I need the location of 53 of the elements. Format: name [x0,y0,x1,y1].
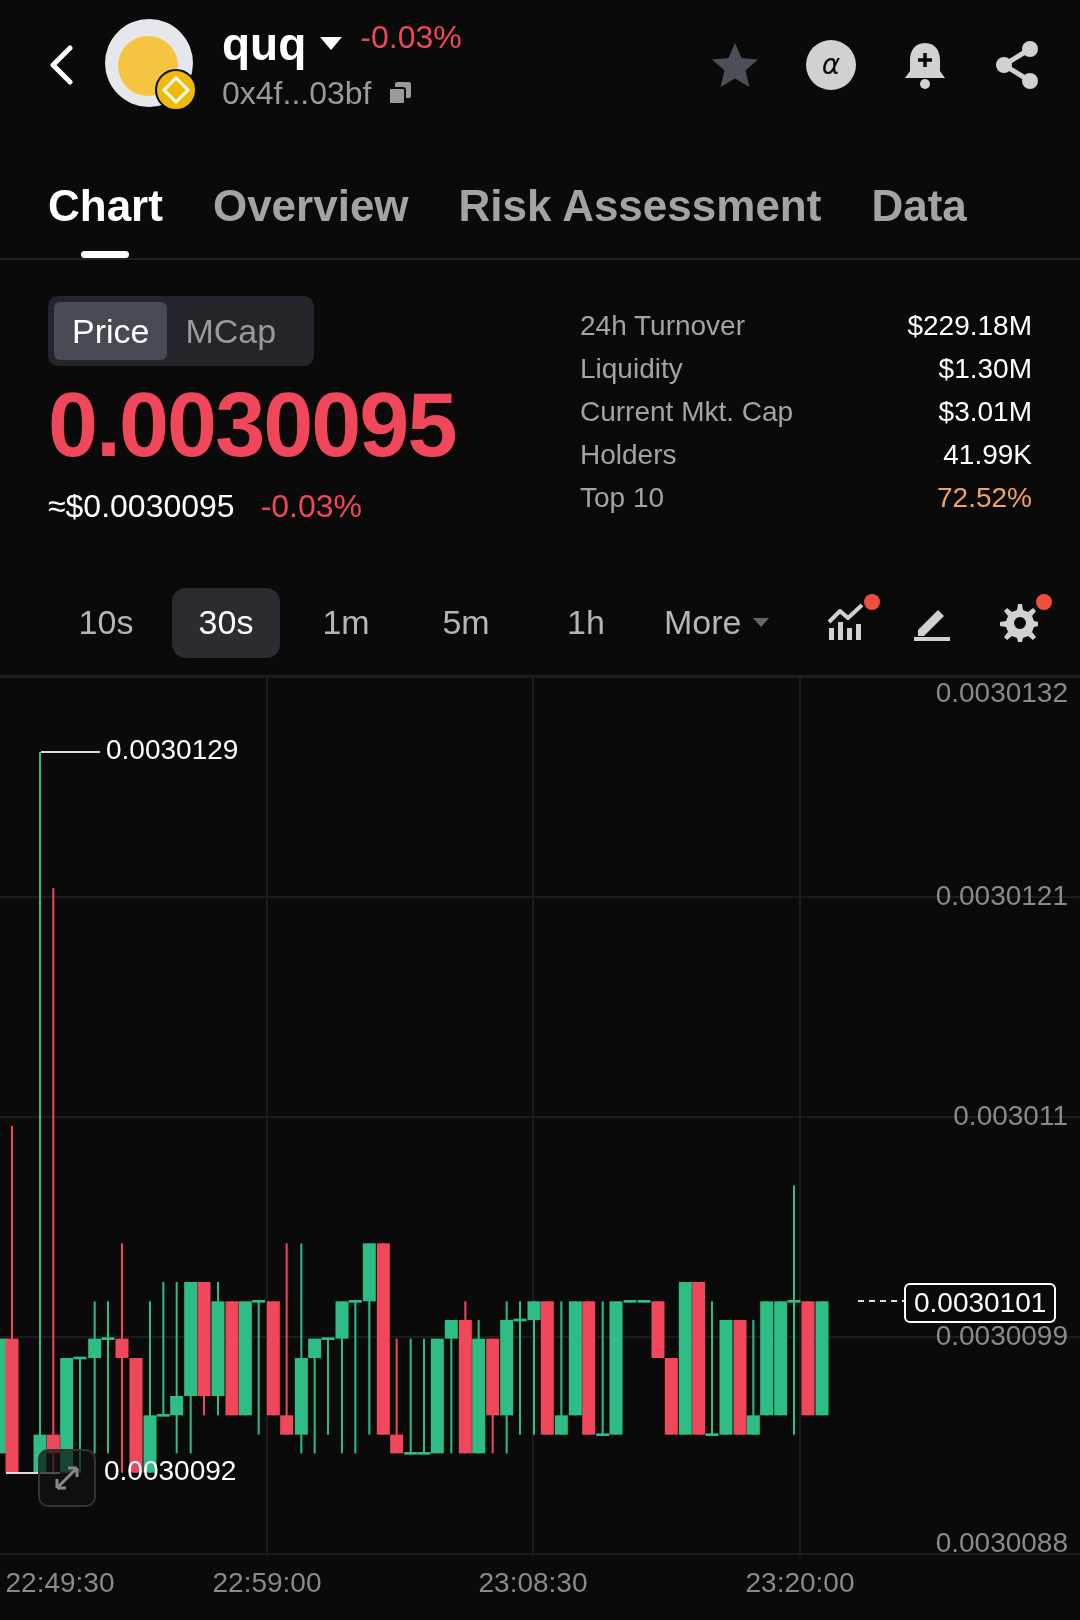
interval-tab[interactable]: 1h [532,587,640,658]
star-icon[interactable] [710,41,760,89]
last-price-tag: 0.0030101 [904,1283,1057,1323]
axis-label: 0.003011 [953,1102,1068,1130]
axis-label: 22:59:00 [212,1569,322,1597]
interval-tab[interactable]: 30s [172,587,280,658]
copy-icon[interactable] [387,80,414,106]
axis-label: 0.0030099 [935,1322,1068,1350]
tab[interactable]: Overview [212,184,409,258]
stat-label: Current Mkt. Cap [580,397,794,426]
stat-label: Liquidity [580,354,683,383]
leader-line [40,751,101,753]
toggle-option[interactable]: MCap [167,302,295,360]
axis-label: 0.0030121 [935,882,1068,910]
stat-value: $3.01M [938,397,1032,426]
axis-label: 23:08:30 [478,1569,588,1597]
stat-label: Holders [580,440,677,469]
usd-price: ≈$0.0030095 [48,490,235,522]
interval-tab[interactable]: 5m [412,587,520,658]
interval-tab[interactable]: 1m [292,587,400,658]
stat-label: 24h Turnover [580,311,745,340]
axis-label: 23:20:00 [745,1569,855,1597]
price-change: -0.03% [260,490,362,522]
bell-plus-icon[interactable] [902,40,948,90]
dropdown-icon[interactable] [320,37,343,51]
toggle-option[interactable]: Price [54,302,168,360]
current-price: 0.0030095 [48,380,456,470]
fullscreen-button[interactable] [38,1449,96,1507]
price-change: -0.03% [360,21,462,53]
back-icon[interactable] [48,45,74,85]
stat-value: 72.52% [937,483,1032,512]
low-price-label: 0.0030092 [104,1457,237,1485]
stat-value: 41.99K [943,440,1032,469]
tab[interactable]: Risk Assessment [458,184,822,258]
high-price-label: 0.0030129 [106,736,239,764]
avatar-icon [104,18,198,112]
axis-label: 0.0030132 [935,679,1068,707]
more-dropdown[interactable]: More [664,597,770,648]
axis-label: 22:49:30 [5,1569,115,1597]
stat-value: $229.18M [907,311,1032,340]
tab[interactable]: Chart [48,184,163,258]
stat-label: Top 10 [580,483,665,512]
caret-icon [753,617,770,628]
interval-tab[interactable]: 10s [52,587,160,658]
settings-icon[interactable] [998,601,1040,644]
tab[interactable]: Data [871,184,967,258]
stat-value: $1.30M [938,354,1032,383]
share-icon[interactable] [994,40,1040,90]
axis-label: 0.0030088 [935,1529,1068,1557]
leader-line [857,1300,905,1302]
alpha-icon[interactable]: α [806,40,856,90]
contract-address: 0x4f...03bf [222,77,372,109]
expand-icon [53,1464,81,1492]
